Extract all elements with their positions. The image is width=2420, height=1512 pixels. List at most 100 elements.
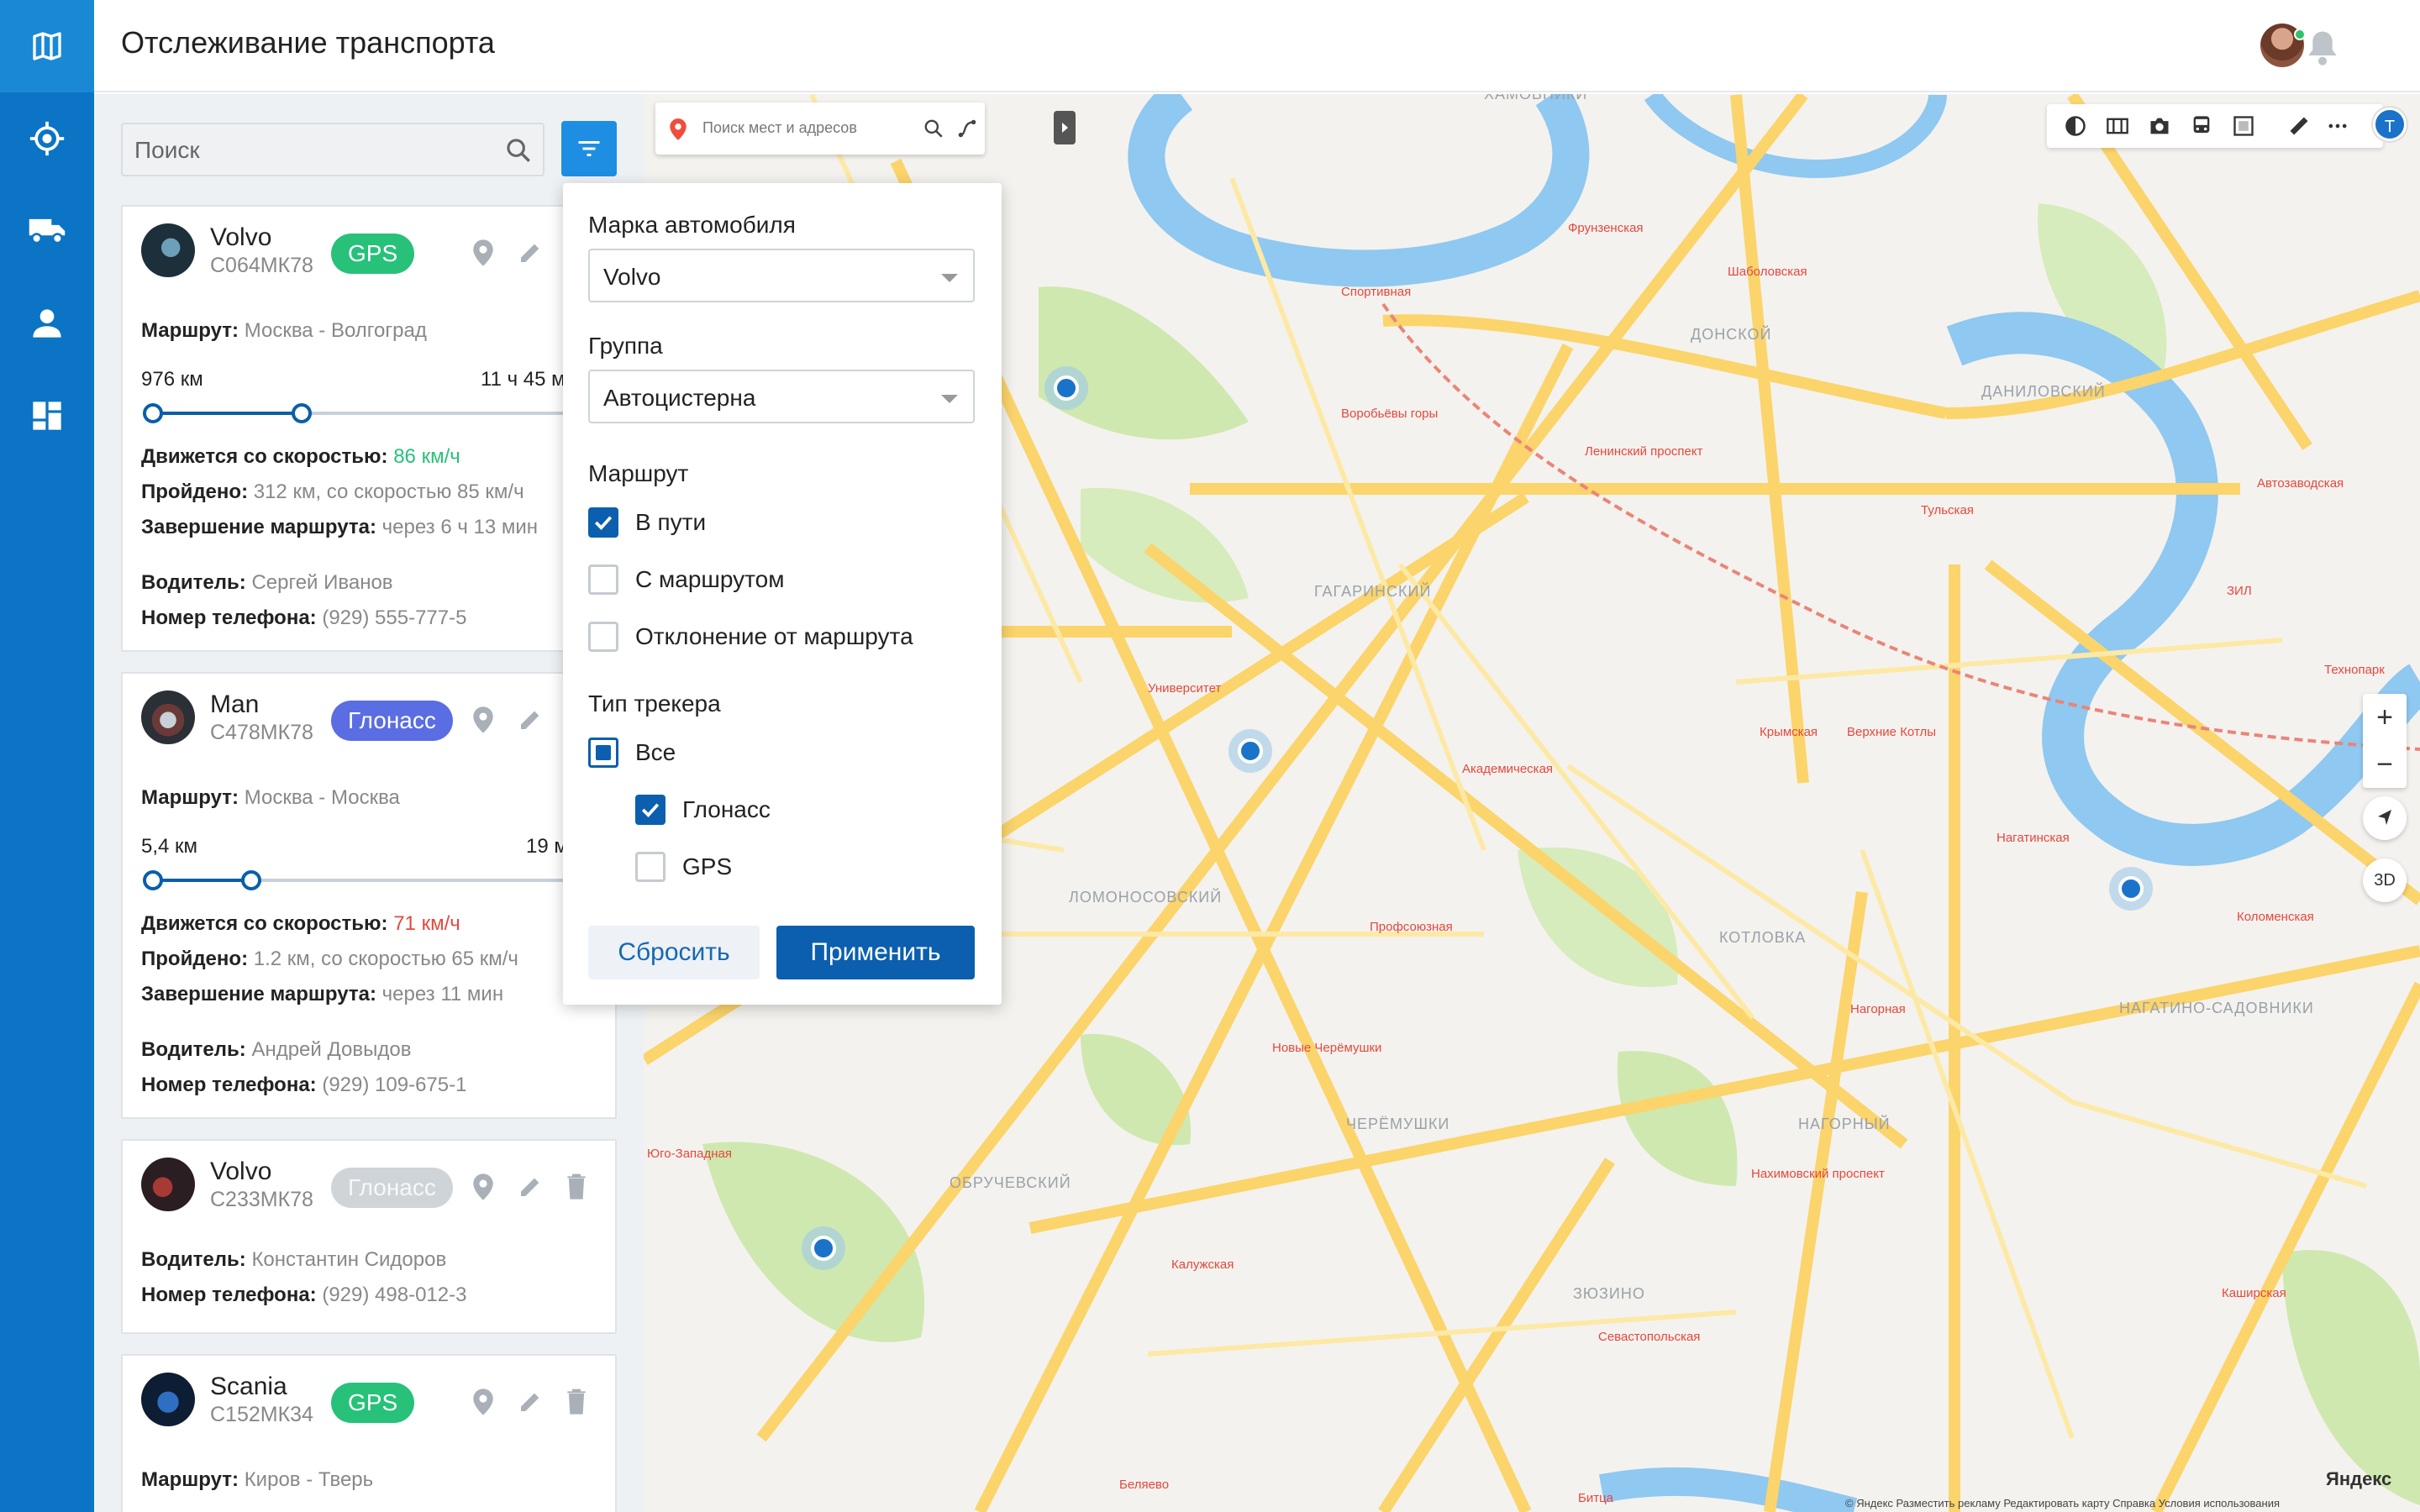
search-field [121,123,544,176]
filter-icon [578,141,600,156]
location-pin-icon[interactable] [472,1173,494,1201]
ruler-icon[interactable] [2287,114,2311,138]
panorama-icon[interactable] [2106,114,2129,138]
phone-value: (929) 498-012-3 [322,1284,467,1306]
station-label: Автозаводская [2257,476,2344,491]
vehicle-marker[interactable] [802,1226,845,1270]
phone-row: Номер телефона: (929) 109-675-1 [141,1074,466,1097]
route-deviation-checkbox[interactable] [588,622,618,652]
tracker-badge: Глонасс [331,1168,453,1208]
vehicle-card[interactable]: Volvo С064МК78 GPS Маршрут: Москва - Вол… [121,205,623,652]
zoom-out-button[interactable]: − [2363,741,2407,788]
route-progress[interactable] [141,864,623,897]
nav-rail [0,0,94,1512]
3d-button[interactable]: 3D [2363,858,2407,902]
vehicle-marker[interactable] [1044,366,1088,410]
speed-row: Движется со скоростью: 86 км/ч [141,445,460,469]
location-pin-icon[interactable] [472,239,494,267]
zoom-in-button[interactable]: + [2363,694,2407,741]
vehicle-plate: С152МК34 [210,1403,313,1426]
route-in-progress-checkbox[interactable] [588,507,618,538]
vehicle-card[interactable]: Volvo С233МК78 Глонасс Водитель: Констан… [121,1139,617,1334]
map-layer-icon[interactable] [2232,114,2255,138]
station-label: Технопарк [2324,663,2385,677]
vehicle-marker[interactable] [2109,867,2153,911]
vehicle-photo [141,223,195,277]
trash-icon[interactable] [565,1388,588,1415]
passed-label: Пройдено: [141,948,249,970]
vehicle-card[interactable]: Scania С152МК34 GPS Маршрут: Киров - Тве… [121,1354,617,1512]
route-label: Маршрут: [141,319,239,342]
station-label: Шаболовская [1728,265,1807,279]
more-icon[interactable] [2326,114,2349,138]
vehicle-plate: С478МК78 [210,721,313,744]
group-select[interactable]: Автоцистерна [588,370,975,423]
bus-icon[interactable] [2190,114,2213,138]
locate-button[interactable] [2363,796,2407,840]
passed-value: 1.2 км, со скоростью 65 км/ч [253,948,518,970]
rail-map-button[interactable] [0,0,94,92]
driver-row: Водитель: Андрей Довыдов [141,1038,411,1062]
rail-drivers-button[interactable] [0,277,94,370]
station-label: Нагорная [1850,1002,1906,1016]
progress-current-knob[interactable] [241,870,261,890]
chevron-down-icon [941,395,958,403]
driver-row: Водитель: Константин Сидоров [141,1248,446,1272]
map-search-placeholder: Поиск мест и адресов [702,119,857,136]
route-icon[interactable] [956,118,978,139]
edit-icon[interactable] [518,1173,544,1200]
search-input[interactable] [134,134,487,166]
vehicle-card[interactable]: Man С478МК78 Глонасс Маршрут: Москва - М… [121,672,623,1119]
driver-value: Сергей Иванов [251,571,393,594]
bell-icon[interactable] [2306,29,2339,66]
route-row: Маршрут: Москва - Волгоград [141,319,427,343]
route-label: Маршрут: [141,786,239,809]
phone-value: (929) 555-777-5 [322,606,467,629]
top-header: Отслеживание транспорта [94,0,2420,92]
tracker-badge: GPS [331,1383,415,1423]
finish-label: Завершение маршрута: [141,516,376,538]
map-user-avatar[interactable]: T [2373,108,2407,141]
rail-tracking-button[interactable] [0,92,94,185]
tracker-option-label: Глонасс [682,796,771,822]
group-select-value: Автоцистерна [603,385,756,411]
progress-current-knob[interactable] [292,403,312,423]
station-label: Академическая [1462,762,1553,776]
speed-row: Движется со скоростью: 71 км/ч [141,912,460,936]
user-icon [33,309,61,338]
search-icon[interactable] [923,118,944,139]
reset-button[interactable]: Сбросить [588,926,760,979]
trash-icon[interactable] [565,1173,588,1200]
finish-row: Завершение маршрута: через 6 ч 13 мин [141,516,538,539]
brand-select[interactable]: Volvo [588,249,975,302]
tracker-glonass-checkbox[interactable] [635,795,666,825]
camera-icon[interactable] [2148,114,2171,138]
truck-icon [29,218,66,244]
location-pin-icon[interactable] [472,1388,494,1416]
distance-label: 5,4 км [141,835,198,858]
apply-button[interactable]: Применить [776,926,975,979]
driver-value: Константин Сидоров [251,1248,447,1271]
filter-popup: Марка автомобиля Volvo Группа Автоцистер… [563,183,1002,1005]
map-search[interactable]: Поиск мест и адресов [655,102,985,155]
filter-button[interactable] [561,121,617,176]
route-with-route-checkbox[interactable] [588,564,618,595]
vehicle-marker[interactable] [1228,729,1272,773]
tracker-gps-checkbox[interactable] [635,852,666,882]
station-label: Воробьёвы горы [1341,407,1438,421]
edit-icon[interactable] [518,706,544,732]
tracker-all-checkbox[interactable] [588,738,618,768]
route-progress[interactable] [141,396,623,430]
rail-vehicles-button[interactable] [0,185,94,277]
group-label: Группа [588,333,663,359]
station-label: Новые Черёмушки [1272,1041,1381,1055]
time-label: 11 ч 45 м [481,368,566,391]
edit-icon[interactable] [518,239,544,265]
rail-dashboard-button[interactable] [0,370,94,462]
search-icon[interactable] [504,136,533,165]
layers-icon[interactable] [2064,114,2087,138]
edit-icon[interactable] [518,1388,544,1415]
collapse-panel-button[interactable] [1054,111,1076,144]
location-pin-icon[interactable] [472,706,494,734]
passed-row: Пройдено: 312 км, со скоростью 85 км/ч [141,480,524,504]
